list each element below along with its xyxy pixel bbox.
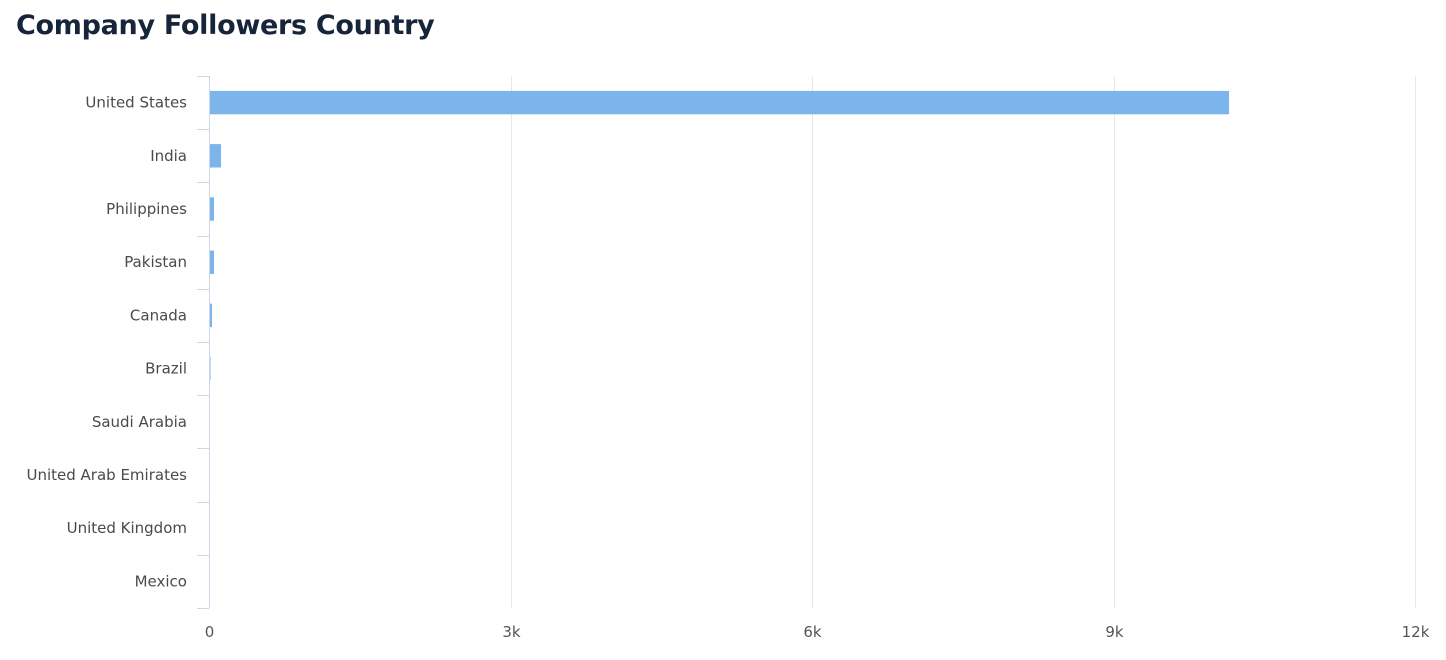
bar-pakistan[interactable] <box>210 250 215 274</box>
y-category-label: United Kingdom <box>67 519 187 537</box>
bar-canada[interactable] <box>210 303 213 328</box>
x-tick-label: 0 <box>205 623 215 641</box>
x-axis: 0 3k 6k 9k 12k <box>205 623 1430 641</box>
y-category-label: United Arab Emirates <box>26 466 187 484</box>
y-category-label: Pakistan <box>124 253 187 271</box>
bar-united-states[interactable] <box>210 90 1230 115</box>
y-category-label: Canada <box>130 306 187 324</box>
y-category-label: Mexico <box>135 572 187 590</box>
x-tick-label: 6k <box>803 623 822 641</box>
bar-brazil[interactable] <box>210 356 211 381</box>
x-tick-label: 9k <box>1105 623 1124 641</box>
y-category-label: India <box>150 147 187 165</box>
y-category-label: United States <box>85 94 187 112</box>
y-category-label: Saudi Arabia <box>92 413 187 431</box>
bars <box>210 90 1230 381</box>
grid-lines <box>511 76 1416 608</box>
bar-chart: United States India Philippines Pakistan Can… <box>26 76 1430 641</box>
x-tick-label: 3k <box>502 623 521 641</box>
y-category-label: Brazil <box>145 360 187 378</box>
y-category-label: Philippines <box>106 200 187 218</box>
bar-india[interactable] <box>210 144 222 168</box>
y-axis: United States India Philippines Pakistan Can… <box>26 76 210 609</box>
x-tick-label: 12k <box>1402 623 1430 641</box>
bar-philippines[interactable] <box>210 197 215 221</box>
